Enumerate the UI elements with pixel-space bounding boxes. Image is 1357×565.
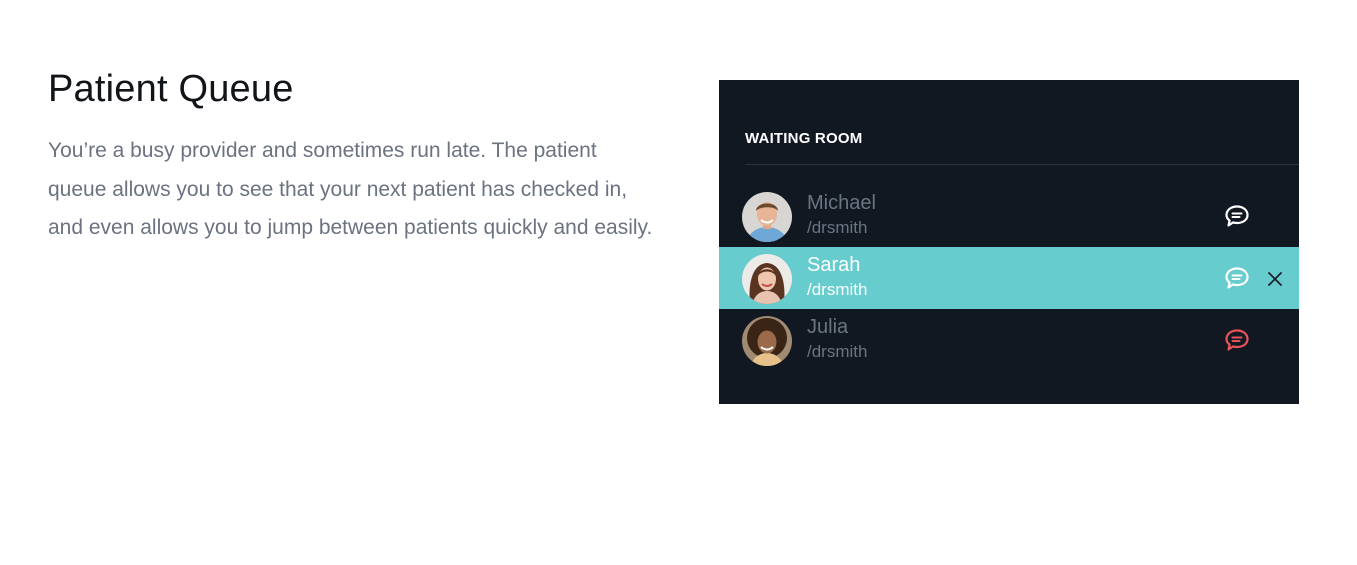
page-title: Patient Queue xyxy=(48,68,294,110)
close-icon[interactable] xyxy=(1267,271,1283,287)
avatar-sarah xyxy=(742,254,792,304)
avatar-michael xyxy=(742,192,792,242)
patient-row-sarah[interactable]: Sarah /drsmith xyxy=(719,247,1299,309)
intro-section: Patient Queue You’re a busy provider and… xyxy=(48,64,658,248)
chat-bubble-icon[interactable] xyxy=(1224,328,1250,352)
patient-handle: /drsmith xyxy=(807,280,868,299)
patient-handle: /drsmith xyxy=(807,342,868,361)
patient-row-michael[interactable]: Michael /drsmith xyxy=(719,185,1299,247)
header-divider xyxy=(745,164,1299,165)
waiting-room-panel: WAITING ROOM Michael /drsmith Sarah /drs… xyxy=(719,80,1299,404)
patient-row-julia[interactable]: Julia /drsmith xyxy=(719,309,1299,371)
patient-name: Michael xyxy=(807,192,876,214)
chat-bubble-icon[interactable] xyxy=(1224,204,1250,228)
waiting-room-header: WAITING ROOM xyxy=(745,130,863,147)
avatar-julia xyxy=(742,316,792,366)
patient-name: Julia xyxy=(807,316,849,338)
chat-bubble-icon[interactable] xyxy=(1224,266,1250,290)
patient-handle: /drsmith xyxy=(807,218,868,237)
page-description: You’re a busy provider and sometimes run… xyxy=(48,139,653,239)
patient-name: Sarah xyxy=(807,254,861,276)
